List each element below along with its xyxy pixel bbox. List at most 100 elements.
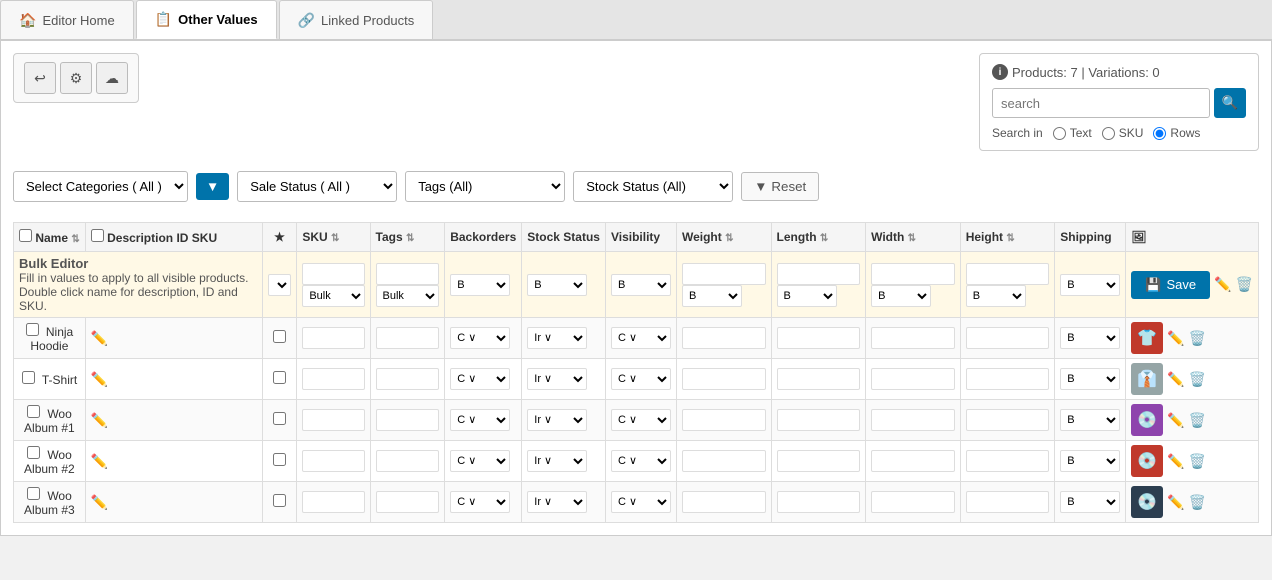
row-checkbox[interactable] [27,446,40,459]
length-input[interactable] [777,368,861,390]
weight-input[interactable] [682,491,766,513]
bulk-sku-input[interactable] [302,263,364,285]
length-input[interactable] [777,409,861,431]
th-desc-checkbox[interactable] [91,229,104,242]
bulk-weight-select[interactable]: B [682,285,742,307]
visibility-select[interactable]: C ∨B [611,491,671,513]
search-text-radio[interactable] [1053,127,1066,140]
bulk-length-input[interactable] [777,263,861,285]
featured-checkbox[interactable] [273,330,286,343]
bulk-width-input[interactable] [871,263,955,285]
search-sku-radio-label[interactable]: SKU [1102,126,1144,140]
search-rows-radio-label[interactable]: Rows [1153,126,1200,140]
length-input[interactable] [777,491,861,513]
shipping-select[interactable]: B [1060,450,1120,472]
row-delete-icon[interactable]: 🗑️ [1189,330,1206,347]
backorders-select[interactable]: C ∨B [450,409,510,431]
row-edit-icon[interactable]: ✏️ [1167,330,1184,347]
tags-input[interactable] [376,491,440,513]
row-checkbox[interactable] [27,487,40,500]
shipping-select[interactable]: B [1060,409,1120,431]
sku-input[interactable] [302,327,364,349]
height-input[interactable] [966,327,1050,349]
width-input[interactable] [871,491,955,513]
bulk-shipping-select[interactable]: B [1060,274,1120,296]
shipping-select[interactable]: B [1060,368,1120,390]
row-delete-icon[interactable]: 🗑️ [1189,453,1206,470]
undo-button[interactable]: ↩ [24,62,56,94]
bulk-backorders-select[interactable]: BC [450,274,510,296]
th-name[interactable]: Name [35,231,68,245]
weight-input[interactable] [682,327,766,349]
tags-input[interactable] [376,409,440,431]
sku-input[interactable] [302,450,364,472]
bulk-height-select[interactable]: B [966,285,1026,307]
bulk-stock-select[interactable]: BC [527,274,587,296]
search-text-radio-label[interactable]: Text [1053,126,1092,140]
visibility-select[interactable]: C ∨B [611,368,671,390]
th-height[interactable]: Height ⇅ [960,223,1055,252]
row-delete-icon[interactable]: 🗑️ [1189,371,1206,388]
height-input[interactable] [966,368,1050,390]
visibility-select[interactable]: C ∨B [611,450,671,472]
bulk-featured-select[interactable]: Featured Not Featured Bulk [268,274,292,296]
width-input[interactable] [871,409,955,431]
featured-checkbox[interactable] [273,494,286,507]
height-input[interactable] [966,450,1050,472]
settings-button[interactable]: ⚙ [60,62,92,94]
bulk-sku-select[interactable]: Bulk [302,285,364,307]
bulk-weight-input[interactable] [682,263,766,285]
bulk-delete-icon[interactable]: 🗑️ [1236,276,1253,293]
edit-desc-icon[interactable]: ✏️ [91,412,108,428]
shipping-select[interactable]: B [1060,327,1120,349]
bulk-edit-icon[interactable]: ✏️ [1214,276,1231,293]
stock-select[interactable]: Ir ∨In [527,409,587,431]
featured-checkbox[interactable] [273,453,286,466]
tags-input[interactable] [376,450,440,472]
th-tags[interactable]: Tags ⇅ [370,223,445,252]
length-input[interactable] [777,327,861,349]
row-edit-icon[interactable]: ✏️ [1167,371,1184,388]
th-width[interactable]: Width ⇅ [866,223,961,252]
row-edit-icon[interactable]: ✏️ [1167,412,1184,429]
search-rows-radio[interactable] [1153,127,1166,140]
save-button[interactable]: 💾 Save [1131,271,1210,299]
bulk-width-select[interactable]: B [871,285,931,307]
row-checkbox[interactable] [27,405,40,418]
row-edit-icon[interactable]: ✏️ [1167,494,1184,511]
bulk-tags-input[interactable] [376,263,440,285]
width-input[interactable] [871,327,955,349]
backorders-select[interactable]: C ∨B [450,450,510,472]
edit-desc-icon[interactable]: ✏️ [91,453,108,469]
row-delete-icon[interactable]: 🗑️ [1189,494,1206,511]
row-checkbox[interactable] [22,371,35,384]
edit-desc-icon[interactable]: ✏️ [91,371,108,387]
backorders-select[interactable]: C ∨B [450,368,510,390]
length-input[interactable] [777,450,861,472]
edit-desc-icon[interactable]: ✏️ [91,330,108,346]
sku-input[interactable] [302,368,364,390]
stock-status-filter[interactable]: Stock Status (All) [573,171,733,202]
tags-input[interactable] [376,327,440,349]
th-sku[interactable]: SKU ⇅ [297,223,370,252]
weight-input[interactable] [682,450,766,472]
tags-input[interactable] [376,368,440,390]
categories-filter[interactable]: Select Categories ( All ) [13,171,188,202]
featured-checkbox[interactable] [273,412,286,425]
th-weight[interactable]: Weight ⇅ [676,223,771,252]
row-edit-icon[interactable]: ✏️ [1167,453,1184,470]
width-input[interactable] [871,450,955,472]
sale-status-filter[interactable]: Sale Status ( All ) [237,171,397,202]
tags-filter[interactable]: Tags (All) [405,171,565,202]
bulk-height-input[interactable] [966,263,1050,285]
search-button[interactable]: 🔍 [1214,88,1246,118]
width-input[interactable] [871,368,955,390]
backorders-select[interactable]: C ∨B [450,327,510,349]
bulk-tags-select[interactable]: Bulk [376,285,440,307]
row-checkbox[interactable] [26,323,39,336]
weight-input[interactable] [682,368,766,390]
stock-select[interactable]: Ir ∨In [527,491,587,513]
height-input[interactable] [966,491,1050,513]
stock-select[interactable]: Ir ∨In [527,368,587,390]
tab-linked-products[interactable]: 🔗 Linked Products [279,0,434,39]
